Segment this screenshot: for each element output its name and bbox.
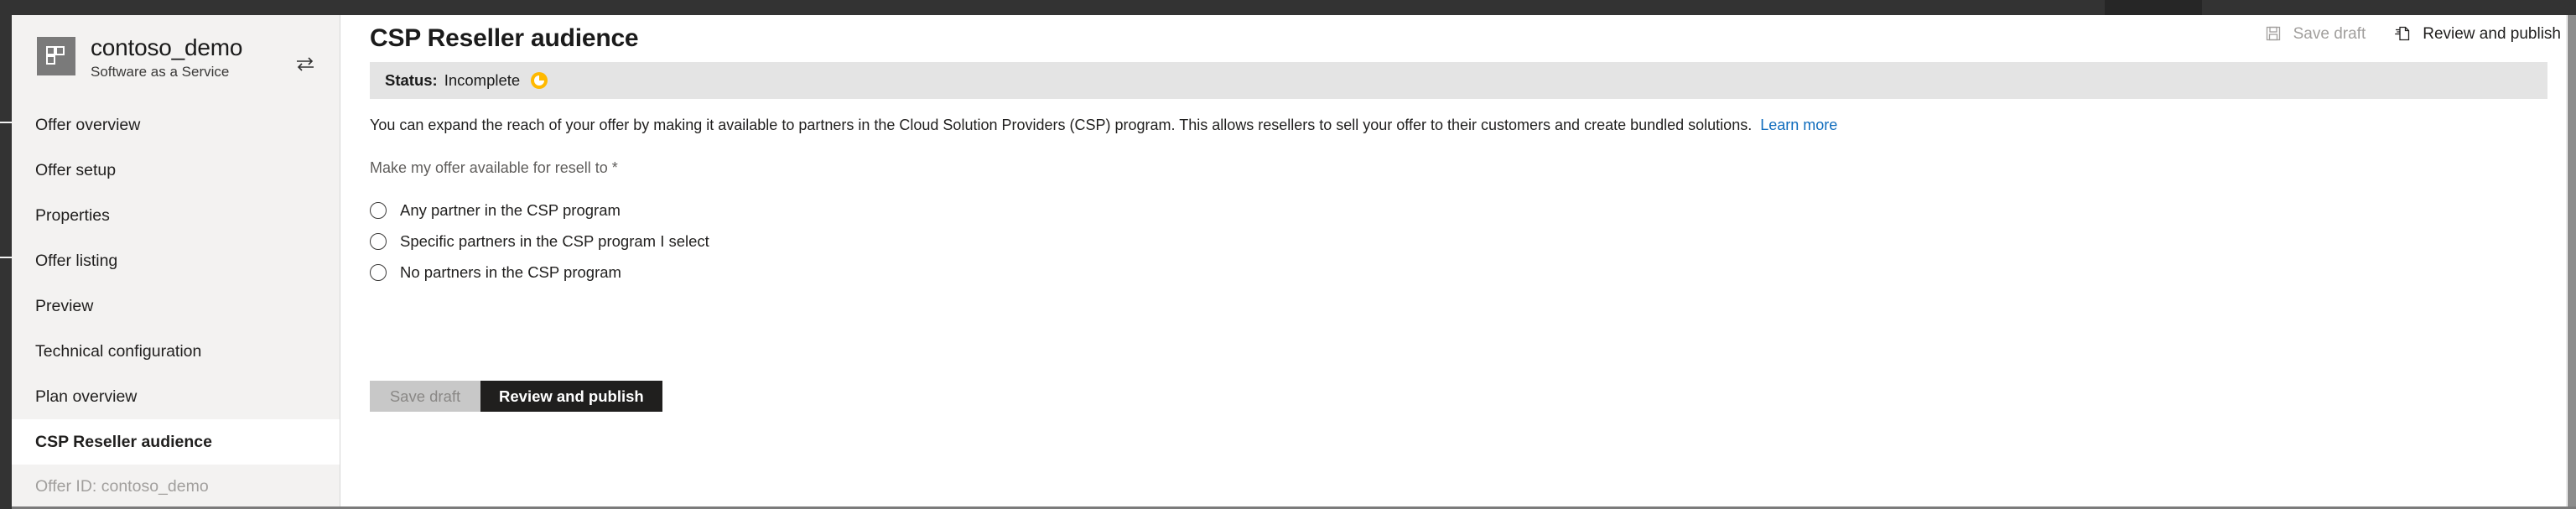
main-content: CSP Reseller audience Save draft Review … [341, 15, 2566, 509]
header-review-publish-label: Review and publish [2423, 25, 2561, 43]
sidebar: contoso_demo Software as a Service Offer… [12, 15, 340, 509]
sidebar-nav: Offer overview Offer setup Properties Of… [12, 102, 340, 508]
status-label: Status: [385, 71, 438, 89]
radio-circle-icon [370, 263, 387, 281]
resell-field-label: Make my offer available for resell to * [370, 159, 618, 176]
header-save-draft-button[interactable]: Save draft [2265, 25, 2366, 44]
sidebar-item-technical-configuration[interactable]: Technical configuration [12, 329, 340, 374]
in-progress-pie-icon [530, 71, 548, 90]
status-bar: Status: Incomplete [370, 62, 2547, 99]
sidebar-item-plan-overview[interactable]: Plan overview [12, 374, 340, 419]
learn-more-link[interactable]: Learn more [1760, 117, 1837, 133]
form-body: You can expand the reach of your offer b… [370, 114, 2547, 288]
sidebar-item-offer-listing[interactable]: Offer listing [12, 238, 340, 283]
left-rail-notch [0, 257, 12, 258]
sidebar-item-label: Offer setup [35, 161, 117, 179]
sidebar-item-offer-overview[interactable]: Offer overview [12, 102, 340, 148]
app-grid-icon [37, 37, 75, 75]
app-window: contoso_demo Software as a Service Offer… [0, 0, 2576, 509]
header-save-draft-label: Save draft [2293, 25, 2366, 43]
resell-radio-group: Any partner in the CSP program Specific … [370, 195, 2547, 288]
sidebar-item-label: Preview [35, 297, 94, 315]
vertical-scrollbar[interactable] [2566, 15, 2576, 509]
radio-option-no-partners[interactable]: No partners in the CSP program [370, 257, 2547, 288]
status-value: Incomplete [444, 71, 521, 89]
save-draft-button[interactable]: Save draft [370, 381, 480, 412]
page-header: CSP Reseller audience Save draft Review … [341, 15, 2566, 57]
radio-option-any-partner[interactable]: Any partner in the CSP program [370, 195, 2547, 226]
intro-text: You can expand the reach of your offer b… [370, 117, 1753, 133]
intro-paragraph: You can expand the reach of your offer b… [370, 114, 2547, 136]
publish-page-icon [2394, 25, 2412, 44]
sidebar-item-label: Offer listing [35, 252, 118, 270]
left-rail-notch [0, 122, 12, 123]
radio-option-label: Any partner in the CSP program [400, 200, 621, 219]
page-title: CSP Reseller audience [370, 24, 639, 52]
scrollbar-thumb[interactable] [2568, 15, 2576, 509]
review-and-publish-button[interactable]: Review and publish [480, 381, 662, 412]
sidebar-item-offer-setup[interactable]: Offer setup [12, 148, 340, 193]
radio-option-label: Specific partners in the CSP program I s… [400, 231, 709, 250]
sidebar-item-label: Plan overview [35, 387, 138, 406]
save-floppy-icon [2265, 25, 2283, 44]
sidebar-offer-id: Offer ID: contoso_demo [12, 465, 340, 508]
top-bar-segment [2105, 0, 2202, 15]
sidebar-item-properties[interactable]: Properties [12, 193, 340, 238]
sidebar-item-csp-reseller-audience[interactable]: CSP Reseller audience [12, 419, 340, 465]
window-top-bar [0, 0, 2576, 15]
radio-option-label: No partners in the CSP program [400, 262, 621, 281]
footer-action-bar: Save draft Review and publish [370, 381, 662, 412]
header-review-publish-button[interactable]: Review and publish [2394, 25, 2561, 44]
sidebar-item-preview[interactable]: Preview [12, 283, 340, 329]
sidebar-brand: contoso_demo Software as a Service [12, 15, 340, 96]
switch-offer-icon[interactable] [294, 55, 316, 72]
left-edge-rail [0, 15, 12, 509]
sidebar-item-label: Properties [35, 206, 110, 225]
radio-circle-icon [370, 201, 387, 219]
radio-option-specific-partners[interactable]: Specific partners in the CSP program I s… [370, 226, 2547, 257]
sidebar-item-label: Offer overview [35, 116, 141, 134]
sidebar-offer-id-label: Offer ID: contoso_demo [35, 477, 209, 496]
header-action-bar: Save draft Review and publish [2265, 25, 2561, 44]
sidebar-item-label: Technical configuration [35, 342, 202, 361]
radio-circle-icon [370, 232, 387, 250]
sidebar-item-label: CSP Reseller audience [35, 433, 212, 451]
